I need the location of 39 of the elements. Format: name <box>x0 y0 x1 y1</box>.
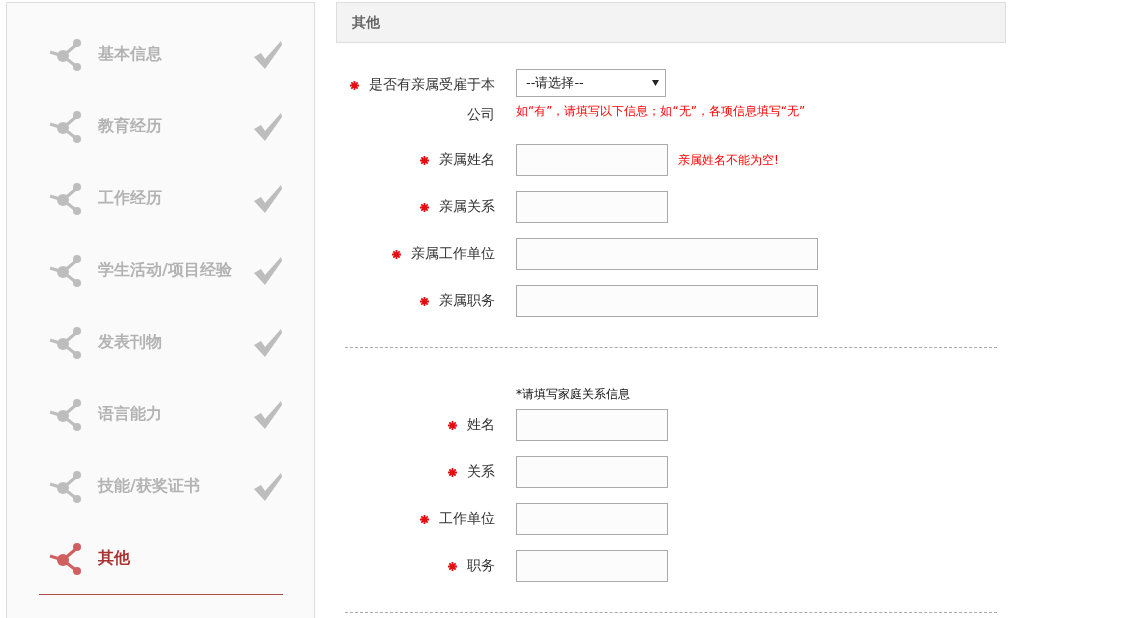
sidebar-item[interactable]: 教育经历 <box>39 91 283 163</box>
section-note: *请填写家庭关系信息 <box>516 386 631 403</box>
field-label: 亲属工作单位 <box>345 238 495 270</box>
input-field[interactable] <box>516 550 668 582</box>
sidebar-item[interactable]: 其他 <box>39 523 283 595</box>
field-label: 亲属关系 <box>345 191 495 223</box>
sidebar-item[interactable]: 基本信息 <box>39 19 283 91</box>
input-field[interactable] <box>516 456 668 488</box>
select-dropdown[interactable]: --请选择-- <box>516 69 666 97</box>
share-icon <box>49 181 83 216</box>
share-icon <box>49 397 83 432</box>
share-icon <box>49 37 83 72</box>
sidebar-item[interactable]: 技能/获奖证书 <box>39 451 283 523</box>
share-icon <box>49 253 83 288</box>
field-label: 工作单位 <box>345 503 495 535</box>
field-label: 亲属职务 <box>345 285 495 317</box>
input-field[interactable] <box>516 191 668 223</box>
share-icon <box>49 469 83 504</box>
share-icon <box>49 541 83 576</box>
sidebar-item[interactable]: 学生活动/项目经验 <box>39 235 283 307</box>
input-field[interactable] <box>516 238 818 270</box>
field-label: 关系 <box>345 456 495 488</box>
dropdown-arrow-icon <box>652 80 659 86</box>
input-field[interactable] <box>516 503 668 535</box>
field-label: 职务 <box>345 550 495 582</box>
share-icon <box>49 109 83 144</box>
input-field[interactable] <box>516 285 818 317</box>
share-icon <box>49 325 83 360</box>
field-label: 是否有亲属受雇于本公司 <box>345 69 495 129</box>
sidebar-item[interactable]: 语言能力 <box>39 379 283 451</box>
sidebar-item[interactable]: 工作经历 <box>39 163 283 235</box>
field-label: 姓名 <box>345 409 495 441</box>
field-label: 亲属姓名 <box>345 144 495 176</box>
input-field[interactable] <box>516 409 668 441</box>
hint-text: 如“有”，请填写以下信息；如“无”，各项信息填写“无” <box>516 103 806 120</box>
error-message: 亲属姓名不能为空! <box>678 152 779 169</box>
input-field[interactable] <box>516 144 668 176</box>
sidebar-item[interactable]: 发表刊物 <box>39 307 283 379</box>
panel-title: 其他 <box>352 13 380 32</box>
